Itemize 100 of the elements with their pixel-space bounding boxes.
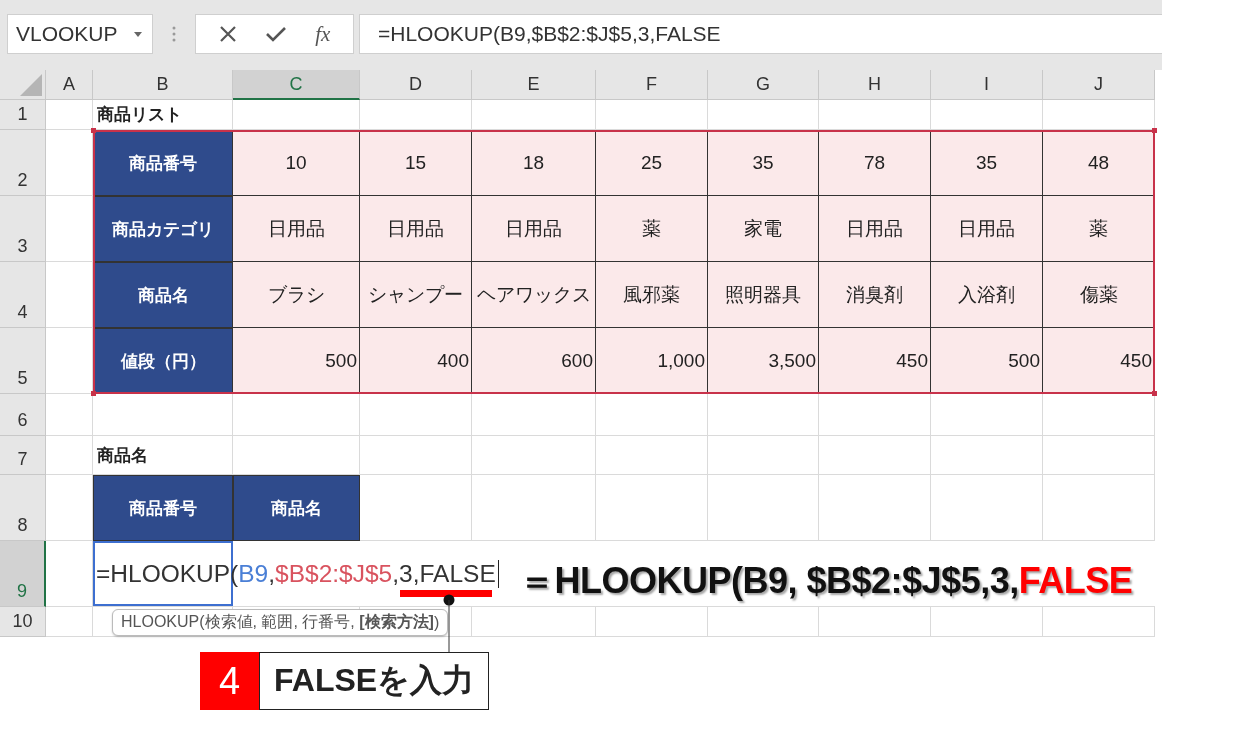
column-header[interactable]: G: [708, 70, 819, 100]
table-cell: 450: [1043, 328, 1155, 394]
row-header[interactable]: 7: [0, 436, 46, 475]
table-header-cell: 商品番号: [93, 475, 233, 541]
empty-cell[interactable]: [708, 394, 819, 436]
empty-cell[interactable]: [819, 607, 931, 637]
empty-cell[interactable]: [596, 394, 708, 436]
column-header[interactable]: H: [819, 70, 931, 100]
table-cell: 10: [233, 130, 360, 196]
table-cell: 風邪薬: [596, 262, 708, 328]
function-tooltip: HLOOKUP(検索値, 範囲, 行番号, [検索方法]): [112, 609, 449, 636]
empty-cell[interactable]: [708, 100, 819, 130]
empty-cell[interactable]: [360, 394, 472, 436]
table-cell: シャンプー: [360, 262, 472, 328]
select-all-icon[interactable]: [20, 74, 42, 96]
row-header[interactable]: 9: [0, 541, 46, 607]
empty-cell[interactable]: [819, 394, 931, 436]
table-header-cell: 商品名: [233, 475, 360, 541]
table-cell: 照明器具: [708, 262, 819, 328]
empty-cell[interactable]: [472, 607, 596, 637]
empty-cell[interactable]: [931, 394, 1043, 436]
column-header[interactable]: B: [93, 70, 233, 100]
column-header[interactable]: I: [931, 70, 1043, 100]
table-header-cell: 値段（円）: [93, 328, 233, 394]
table-cell: 35: [708, 130, 819, 196]
empty-cell[interactable]: [472, 100, 596, 130]
column-header[interactable]: D: [360, 70, 472, 100]
table-cell: 日用品: [931, 196, 1043, 262]
empty-cell[interactable]: [1043, 394, 1155, 436]
table-cell: 日用品: [472, 196, 596, 262]
empty-cell[interactable]: [708, 436, 819, 475]
table-header-cell: 商品カテゴリ: [93, 196, 233, 262]
empty-cell[interactable]: [93, 394, 233, 436]
callout-label: FALSEを入力: [259, 652, 490, 710]
table-cell: 3,500: [708, 328, 819, 394]
empty-cell[interactable]: [1043, 607, 1155, 637]
drag-handle-icon[interactable]: [172, 26, 176, 42]
checkmark-icon[interactable]: [265, 26, 286, 42]
leader-line: [443, 594, 455, 652]
empty-cell[interactable]: [233, 100, 360, 130]
empty-cell[interactable]: [1043, 100, 1155, 130]
column-header[interactable]: A: [46, 70, 93, 100]
empty-cell[interactable]: [472, 394, 596, 436]
empty-cell[interactable]: [819, 100, 931, 130]
empty-cell[interactable]: [1043, 436, 1155, 475]
cancel-icon[interactable]: [218, 25, 237, 43]
empty-cell[interactable]: [46, 262, 93, 328]
table-cell: 1,000: [596, 328, 708, 394]
row-header[interactable]: 2: [0, 130, 46, 196]
sheet-title: 商品リスト: [93, 100, 233, 130]
table-cell: ヘアワックス: [472, 262, 596, 328]
table-cell: 25: [596, 130, 708, 196]
table-cell: ブラシ: [233, 262, 360, 328]
table-cell: 日用品: [819, 196, 931, 262]
column-header[interactable]: E: [472, 70, 596, 100]
table-cell: 日用品: [233, 196, 360, 262]
table-cell: 薬: [596, 196, 708, 262]
table-cell: 日用品: [360, 196, 472, 262]
empty-cell[interactable]: [46, 541, 93, 607]
insert-function-button[interactable]: fx: [315, 21, 331, 47]
row-header[interactable]: 6: [0, 394, 46, 436]
empty-cell[interactable]: [931, 436, 1043, 475]
empty-cell[interactable]: [819, 436, 931, 475]
table-cell: 家電: [708, 196, 819, 262]
column-header[interactable]: C: [233, 70, 360, 100]
row-header[interactable]: 4: [0, 262, 46, 328]
row-header[interactable]: 3: [0, 196, 46, 262]
formula-field[interactable]: =HLOOKUP(B9,$B$2:$J$5,3,FALSE: [359, 14, 1162, 54]
row-header[interactable]: 8: [0, 475, 46, 541]
table-cell: 傷薬: [1043, 262, 1155, 328]
table-cell: 400: [360, 328, 472, 394]
row-header[interactable]: 1: [0, 100, 46, 130]
column-header[interactable]: J: [1043, 70, 1155, 100]
empty-cell[interactable]: [596, 100, 708, 130]
empty-cell[interactable]: [360, 436, 472, 475]
row-header[interactable]: 5: [0, 328, 46, 394]
table-cell: 500: [233, 328, 360, 394]
table-cell: 450: [819, 328, 931, 394]
empty-cell[interactable]: [233, 394, 360, 436]
table-cell: 18: [472, 130, 596, 196]
empty-cell[interactable]: [46, 196, 93, 262]
table-cell: 15: [360, 130, 472, 196]
empty-cell[interactable]: [596, 436, 708, 475]
table-cell: 500: [931, 328, 1043, 394]
empty-cell[interactable]: [360, 100, 472, 130]
table-cell: 600: [472, 328, 596, 394]
table-cell: 入浴剤: [931, 262, 1043, 328]
empty-cell[interactable]: [708, 607, 819, 637]
caret-icon: [134, 31, 142, 37]
name-box[interactable]: VLOOKUP: [7, 14, 153, 54]
row-header[interactable]: 10: [0, 607, 46, 637]
table-cell: 78: [819, 130, 931, 196]
empty-cell[interactable]: [931, 607, 1043, 637]
step-number: 4: [200, 652, 259, 710]
empty-cell[interactable]: [472, 436, 596, 475]
column-header[interactable]: F: [596, 70, 708, 100]
table-header-cell: 商品番号: [93, 130, 233, 196]
table-cell: 消臭剤: [819, 262, 931, 328]
empty-cell[interactable]: [931, 100, 1043, 130]
empty-cell[interactable]: [596, 607, 708, 637]
